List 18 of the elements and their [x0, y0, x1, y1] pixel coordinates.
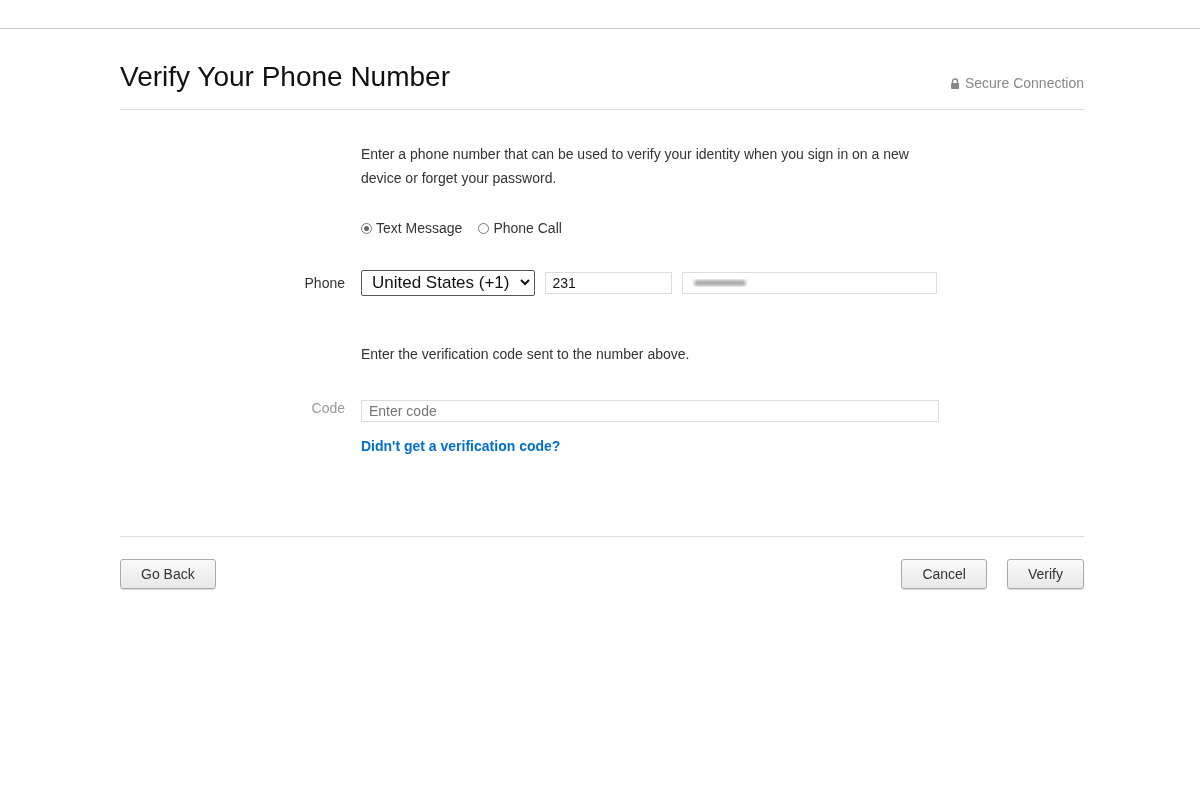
secure-connection-label: Secure Connection — [964, 75, 1084, 91]
radio-label[interactable]: Phone Call — [493, 220, 562, 236]
code-field[interactable]: Enter code — [361, 400, 939, 422]
phone-number-field[interactable] — [681, 272, 937, 294]
country-select[interactable]: United States (+1) — [361, 270, 535, 296]
code-prompt-text: Enter the verification code sent to the number above. — [361, 345, 691, 364]
code-label: Code — [311, 400, 345, 416]
resend-code-link[interactable]: Didn't get a verification code? — [361, 438, 561, 454]
go-back-button[interactable]: Go Back — [120, 559, 216, 589]
lock-icon — [949, 77, 960, 89]
page-title: Verify Your Phone Number — [120, 61, 450, 93]
verify-button[interactable]: Verify — [1007, 559, 1084, 589]
intro-text: Enter a phone number that can be used to verify your identity when you sign in on a new device or forget your password. — [361, 145, 910, 188]
cancel-button[interactable]: Cancel — [901, 559, 987, 589]
radio-label[interactable]: Text Message — [376, 220, 463, 236]
phone-label: Phone — [304, 275, 345, 291]
area-code-field[interactable]: 231 — [544, 272, 672, 294]
chevron-down-icon — [519, 279, 530, 286]
